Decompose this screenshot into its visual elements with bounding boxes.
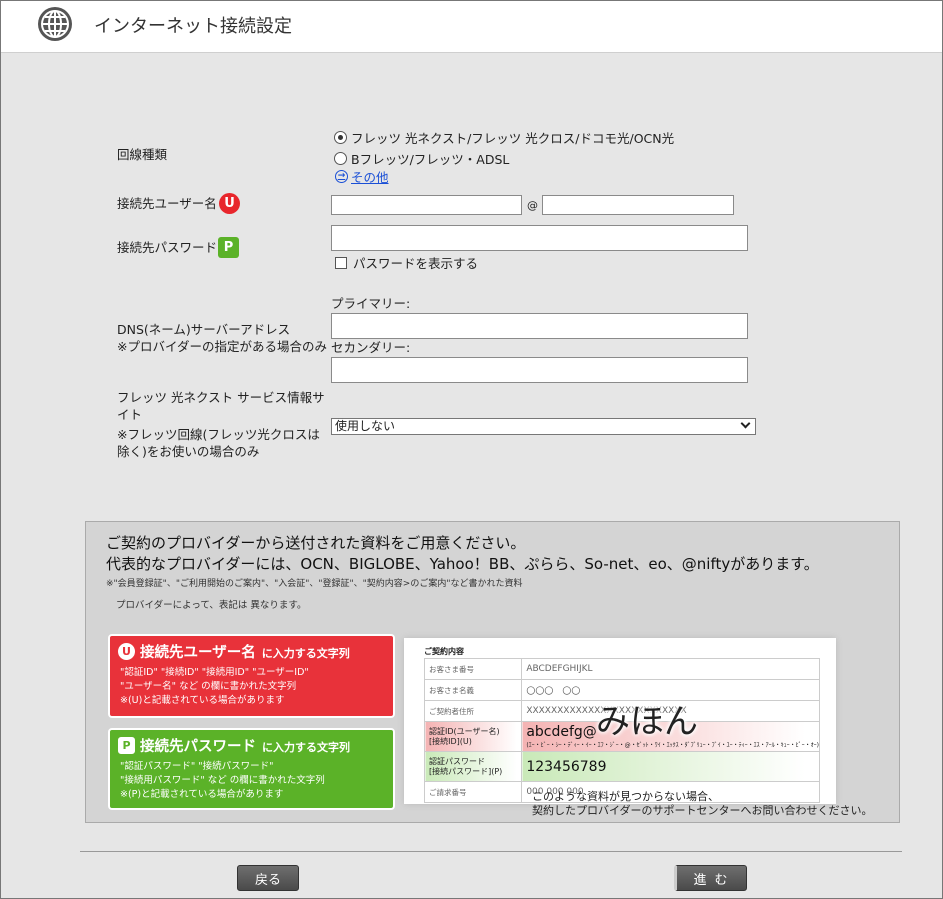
radio-option-hikari-next[interactable]: フレッツ 光ネクスト/フレッツ 光クロス/ドコモ光/OCN光 — [334, 128, 674, 147]
password-hint-line: ※(P)と記載されている場合があります — [120, 789, 284, 800]
globe-icon — [38, 7, 72, 41]
dns-secondary-label: セカンダリー: — [331, 340, 411, 355]
username-hint-subtitle: に入力する文字列 — [261, 647, 350, 660]
show-password-label: パスワードを表示する — [353, 256, 479, 271]
user-badge-icon: U — [118, 643, 135, 660]
username-hint-card: U 接続先ユーザー名 に入力する文字列 "認証ID" "接続ID" "接続用ID… — [108, 634, 395, 718]
show-password-option[interactable]: パスワードを表示する — [335, 253, 478, 272]
info-notation-note: プロバイダーによって、表記は 異なります。 — [116, 600, 307, 611]
dns-primary-label: プライマリー: — [331, 296, 411, 311]
username-hint-title: 接続先ユーザー名 — [140, 645, 256, 661]
flets-site-label: フレッツ 光ネクスト サービス情報サ — [117, 390, 325, 405]
dns-secondary-input[interactable] — [331, 357, 748, 383]
info-providers: 代表的なプロバイダーには、OCN、BIGLOBE、Yahoo！BB、ぷらら、So… — [106, 555, 819, 573]
not-found-note: このような資料が見つからない場合、 契約したプロバイダーのサポートセンターへお問… — [532, 790, 873, 817]
dns-note: ※プロバイダーの指定がある場合のみ — [117, 339, 327, 354]
password-hint-line: "認証パスワード" "接続パスワード" — [120, 761, 274, 772]
radio-option-b-flets[interactable]: Bフレッツ/フレッツ・ADSL — [334, 149, 509, 168]
dns-primary-input[interactable] — [331, 313, 748, 339]
next-button[interactable]: 進む — [674, 865, 747, 891]
back-button[interactable]: 戻る — [237, 865, 299, 891]
password-hint-card: P 接続先パスワード に入力する文字列 "認証パスワード" "接続パスワード" … — [108, 728, 395, 810]
flets-site-selected-value: 使用しない — [335, 419, 396, 433]
page-title: インターネット接続設定 — [94, 16, 292, 37]
password-badge-icon: P — [218, 237, 239, 258]
username-hint-line: "認証ID" "接続ID" "接続用ID" "ユーザーID" — [120, 667, 309, 678]
radio-option-label: フレッツ 光ネクスト/フレッツ 光クロス/ドコモ光/OCN光 — [351, 131, 675, 146]
radio-button-selected[interactable] — [334, 131, 347, 144]
info-heading: ご契約のプロバイダーから送付された資料をご用意ください。 — [106, 534, 526, 552]
password-label: 接続先パスワード — [117, 240, 218, 255]
flets-site-label-cont: イト — [117, 407, 143, 422]
footer-divider — [80, 851, 902, 852]
provider-info-panel: ご契約のプロバイダーから送付された資料をご用意ください。 代表的なプロバイダーに… — [85, 521, 900, 823]
show-password-checkbox[interactable] — [335, 256, 347, 269]
username-domain-input[interactable] — [542, 195, 734, 215]
flets-site-note-cont: 除く)をお使いの場合のみ — [117, 444, 260, 459]
username-hint-line: "ユーザー名" など の欄に書かれた文字列 — [120, 681, 297, 692]
sample-doc-title: ご契約内容 — [424, 647, 464, 656]
sample-watermark: みほん — [596, 702, 698, 742]
table-row: お客さま番号 ABCDEFGHIJKL — [423, 658, 820, 680]
other-link[interactable]: → その他 — [335, 167, 389, 186]
header-bar: インターネット接続設定 — [1, 1, 942, 53]
table-row-auth-password: 認証パスワード [接続パスワード](P) 123456789 — [423, 751, 820, 782]
radio-option-label: Bフレッツ/フレッツ・ADSL — [351, 152, 510, 167]
info-document-types: ※"会員登録証"、"ご利用開始のご案内"、"入会証"、"登録証"、"契約内容>の… — [106, 579, 523, 589]
dns-label: DNS(ネーム)サーバーアドレス — [117, 322, 291, 337]
arrow-right-circle-icon: → — [335, 170, 348, 183]
username-user-input[interactable] — [331, 195, 522, 215]
user-badge-icon: U — [219, 193, 240, 214]
flets-site-note: ※フレッツ回線(フレッツ光クロスは — [117, 427, 320, 442]
password-badge-icon: P — [118, 737, 135, 754]
other-link-label[interactable]: その他 — [351, 167, 389, 186]
radio-button[interactable] — [334, 152, 347, 165]
at-sign: @ — [527, 199, 538, 212]
username-label: 接続先ユーザー名 — [117, 196, 217, 211]
password-hint-title: 接続先パスワード — [140, 739, 256, 755]
password-hint-subtitle: に入力する文字列 — [262, 741, 350, 754]
chevron-down-icon — [740, 418, 751, 429]
line-type-label: 回線種類 — [117, 147, 168, 162]
password-input[interactable] — [331, 225, 748, 251]
flets-site-select[interactable]: 使用しない — [331, 418, 756, 435]
password-hint-line: "接続用パスワード" など の欄に書かれた文字列 — [120, 775, 325, 786]
username-hint-line: ※(U)と記載されている場合があります — [120, 695, 285, 706]
window-frame: インターネット接続設定 回線種類 フレッツ 光ネクスト/フレッツ 光クロス/ドコ… — [0, 0, 943, 899]
